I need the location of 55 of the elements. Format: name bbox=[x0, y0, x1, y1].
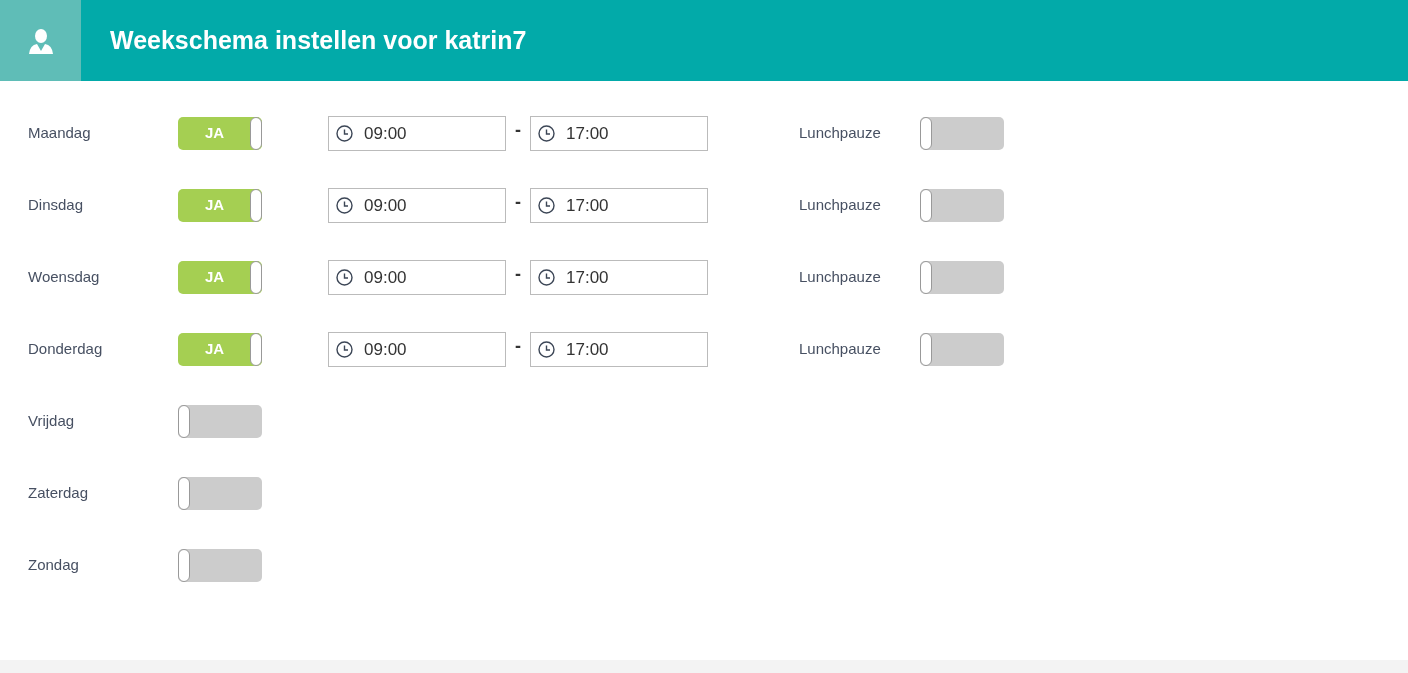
time-field[interactable]: 17:00 bbox=[530, 116, 708, 151]
toggle-label: JA bbox=[205, 267, 225, 288]
day-label: Vrijdag bbox=[28, 411, 76, 432]
clock-icon bbox=[538, 197, 555, 214]
clock-icon bbox=[538, 341, 555, 358]
clock-icon bbox=[336, 341, 353, 358]
lunch-label: Lunchpauze bbox=[799, 123, 882, 144]
toggle-thumb[interactable] bbox=[250, 117, 262, 150]
toggle-switch[interactable] bbox=[920, 333, 1004, 366]
toggle-switch[interactable] bbox=[178, 549, 262, 582]
time-field[interactable]: 17:00 bbox=[530, 260, 708, 295]
lunch-label: Lunchpauze bbox=[799, 195, 882, 216]
clock-icon bbox=[538, 125, 555, 142]
time-field[interactable]: 17:00 bbox=[530, 188, 708, 223]
toggle-thumb[interactable] bbox=[920, 117, 932, 150]
toggle-thumb[interactable] bbox=[250, 333, 262, 366]
day-label: Zondag bbox=[28, 555, 80, 576]
time-field[interactable]: 09:00 bbox=[328, 116, 506, 151]
range-separator: - bbox=[514, 191, 522, 214]
day-label: Donderdag bbox=[28, 339, 104, 360]
toggle-thumb[interactable] bbox=[250, 189, 262, 222]
range-separator: - bbox=[514, 335, 522, 358]
day-label: Maandag bbox=[28, 123, 92, 144]
toggle-switch[interactable] bbox=[178, 477, 262, 510]
toggle-switch[interactable] bbox=[920, 117, 1004, 150]
toggle-thumb[interactable] bbox=[250, 261, 262, 294]
time-field[interactable]: 17:00 bbox=[530, 332, 708, 367]
time-field[interactable]: 09:00 bbox=[328, 332, 506, 367]
toggle-thumb[interactable] bbox=[920, 261, 932, 294]
toggle-label: JA bbox=[205, 195, 225, 216]
toggle-thumb[interactable] bbox=[178, 405, 190, 438]
clock-icon bbox=[336, 269, 353, 286]
toggle-label: JA bbox=[205, 123, 225, 144]
lunch-label: Lunchpauze bbox=[799, 339, 882, 360]
toggle-switch[interactable] bbox=[920, 261, 1004, 294]
toggle-switch[interactable] bbox=[920, 189, 1004, 222]
time-field[interactable]: 09:00 bbox=[328, 188, 506, 223]
time-field[interactable]: 09:00 bbox=[328, 260, 506, 295]
toggle-switch[interactable] bbox=[178, 405, 262, 438]
page-title: Weekschema instellen voor katrin7 bbox=[110, 24, 527, 56]
toggle-thumb[interactable] bbox=[920, 333, 932, 366]
day-label: Woensdag bbox=[28, 267, 101, 288]
range-separator: - bbox=[514, 119, 522, 142]
lunch-label: Lunchpauze bbox=[799, 267, 882, 288]
toggle-label: JA bbox=[205, 339, 225, 360]
clock-icon bbox=[336, 125, 353, 142]
range-separator: - bbox=[514, 263, 522, 286]
day-label: Zaterdag bbox=[28, 483, 90, 504]
clock-icon bbox=[336, 197, 353, 214]
toggle-thumb[interactable] bbox=[920, 189, 932, 222]
person-icon bbox=[26, 26, 55, 55]
day-label: Dinsdag bbox=[28, 195, 85, 216]
clock-icon bbox=[538, 269, 555, 286]
toggle-thumb[interactable] bbox=[178, 477, 190, 510]
toggle-thumb[interactable] bbox=[178, 549, 190, 582]
